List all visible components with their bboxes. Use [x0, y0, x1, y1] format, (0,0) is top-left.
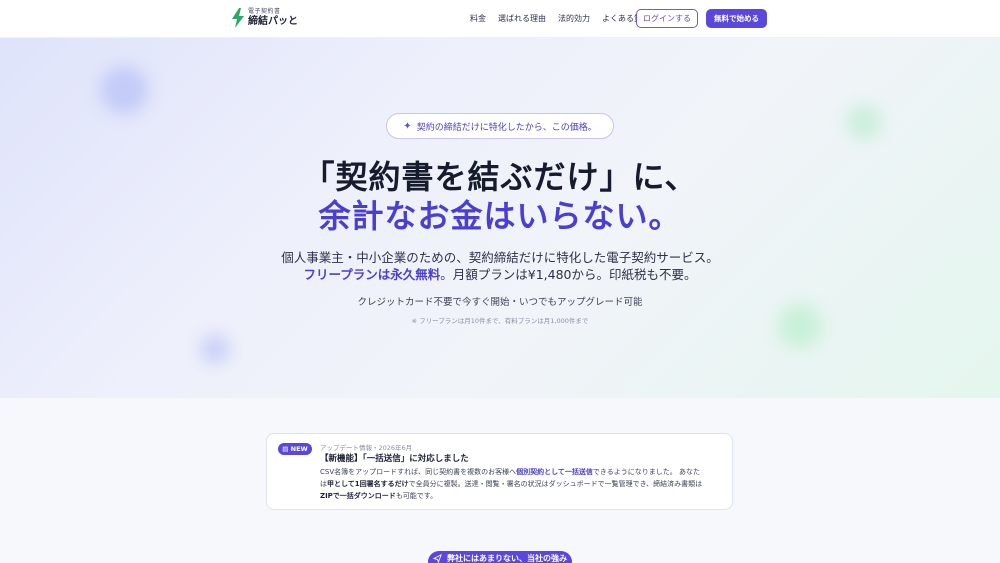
- decor-blob: [778, 304, 822, 348]
- send-icon: [433, 553, 442, 563]
- site-header: 電子契約書 締結パッと 料金 選ばれる理由 法的効力 よくある質問 ログインする…: [0, 0, 1000, 38]
- decor-blob: [200, 334, 230, 364]
- lead-text-2-rest: 。月額プランは¥1,480から。印紙税も不要。: [440, 267, 697, 282]
- update-meta: アップデート情報・2026年6月: [320, 444, 413, 452]
- strengths-pill: 弊社にはあまりない、当社の強み: [428, 551, 572, 563]
- sparkle-icon: ✦: [403, 120, 412, 132]
- logo-subtitle: 電子契約書: [248, 8, 281, 15]
- logo[interactable]: 電子契約書 締結パッと: [232, 8, 298, 28]
- nav-item-reasons[interactable]: 選ばれる理由: [498, 13, 546, 24]
- headline-line-2: 余計なお金はいらない。: [318, 197, 682, 235]
- no-card-note: クレジットカード不要で今すぐ開始・いつでもアップグレード可能: [357, 297, 643, 308]
- decor-blob: [846, 104, 882, 140]
- hero-section: ✦ 契約の締結だけに特化したから、この価格。 「契約書を結ぶだけ」に、 余計なお…: [0, 38, 1000, 398]
- nav-item-legal[interactable]: 法的効力: [558, 13, 590, 24]
- strengths-pill-label: 弊社にはあまりない、当社の強み: [447, 553, 567, 563]
- lightning-icon: [232, 8, 244, 28]
- lead-text-2: フリープランは永久無料。月額プランは¥1,480から。印紙税も不要。: [0, 264, 1000, 283]
- update-title: 【新機能】「一括送信」に対応しました: [320, 454, 469, 464]
- new-badge: ▤ NEW: [278, 443, 312, 455]
- login-button[interactable]: ログインする: [636, 9, 698, 28]
- logo-title: 締結パッと: [248, 16, 298, 27]
- main-nav: 料金 選ばれる理由 法的効力 よくある質問: [470, 13, 650, 24]
- hero-badge: ✦ 契約の締結だけに特化したから、この価格。: [386, 113, 614, 139]
- hero-badge-text: 契約の締結だけに特化したから、この価格。: [416, 122, 597, 133]
- start-free-button[interactable]: 無料で始める: [706, 9, 767, 28]
- nav-item-pricing[interactable]: 料金: [470, 13, 486, 24]
- section-divider-wave: [0, 398, 1000, 418]
- plan-limit-note: ※ フリープランは月10件まで、有料プランは月1,000件まで: [411, 317, 589, 325]
- update-body: CSV名簿をアップロードすれば、同じ契約書を複数のお客様へ個別契約として一括送信…: [320, 468, 703, 500]
- update-card[interactable]: ▤ NEW アップデート情報・2026年6月 【新機能】「一括送信」に対応しまし…: [266, 433, 733, 510]
- free-plan-highlight: フリープランは永久無料: [303, 267, 441, 282]
- decor-blob: [100, 66, 148, 114]
